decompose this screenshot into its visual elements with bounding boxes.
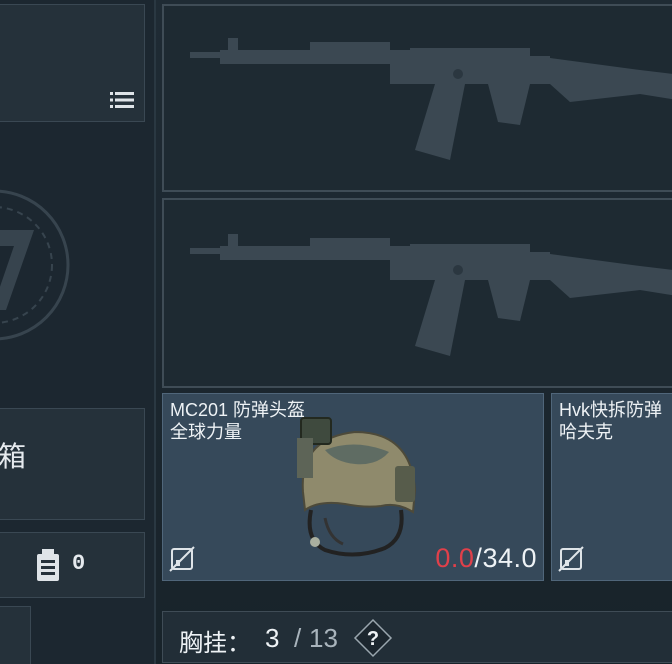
item-count-slot[interactable]: 0: [0, 532, 145, 598]
primary-weapon-slot[interactable]: [162, 4, 672, 192]
no-insurance-icon[interactable]: [169, 546, 195, 572]
left-column: 箱 0: [0, 0, 156, 664]
chest-rig-current: 3: [265, 623, 280, 653]
clipboard-icon: [37, 549, 59, 581]
chest-rig-label: 胸挂：: [179, 630, 251, 657]
extra-slot[interactable]: [0, 606, 31, 664]
chest-rig-slash: /: [294, 623, 302, 653]
helmet-slot-card[interactable]: MC201 防弹头盔 全球力量 0.0/34.0: [162, 393, 544, 581]
helmet-manufacturer: 全球力量: [170, 422, 242, 442]
armor-name: Hvk快拆防弹: [559, 400, 662, 420]
faction-emblem-icon: [0, 189, 70, 341]
help-icon[interactable]: ?: [353, 618, 393, 658]
loadout-screen: 箱 0 MC201 防弹头盔 全球力量 0.0/34.0 Hvk快拆防弹 哈夫克…: [0, 0, 672, 664]
rifle-silhouette-icon: [190, 38, 672, 160]
secondary-weapon-slot[interactable]: [162, 198, 672, 388]
container-label: 箱: [0, 441, 27, 472]
armor-manufacturer: 哈夫克: [559, 422, 613, 442]
help-label: ?: [367, 628, 379, 650]
chest-rig-bar[interactable]: 胸挂： 3 / 13 ?: [162, 611, 672, 663]
no-insurance-icon[interactable]: [558, 546, 584, 572]
list-icon[interactable]: [110, 91, 134, 109]
chest-rig-max: 13: [309, 623, 338, 653]
backpack-slot[interactable]: [0, 4, 145, 122]
durability-max: 34.0: [482, 543, 537, 573]
rifle-silhouette-icon: [190, 234, 672, 356]
item-count-value: 0: [72, 551, 86, 576]
durability-current: 0.0: [435, 543, 475, 573]
container-slot[interactable]: 箱: [0, 408, 145, 520]
helmet-durability: 0.0/34.0: [435, 543, 537, 574]
body-armor-slot-card[interactable]: Hvk快拆防弹 哈夫克: [551, 393, 672, 581]
helmet-image: [297, 417, 417, 557]
